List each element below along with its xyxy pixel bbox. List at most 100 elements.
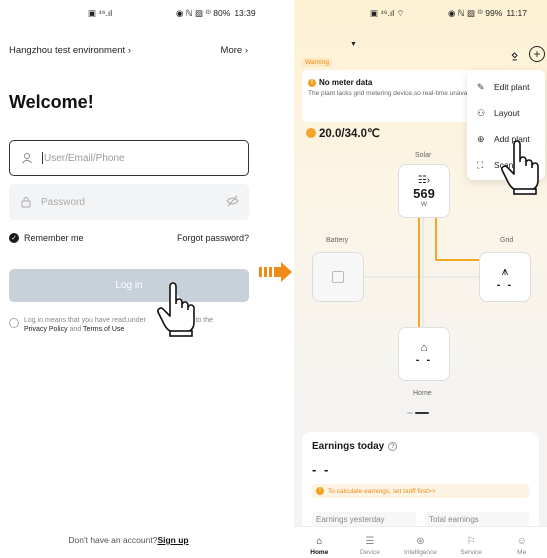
warning-icon: ! <box>308 78 316 87</box>
intelligence-icon: ⊛ <box>416 536 425 547</box>
terms-of-use-link[interactable]: Terms of Use <box>83 326 124 333</box>
eye-off-icon[interactable] <box>226 195 239 210</box>
total-earnings-label: Total earnings <box>425 512 529 527</box>
environment-label: Hangzhou test environment <box>9 45 126 56</box>
tariff-tip-text: To calculate earnings, set tariff first>… <box>328 487 436 495</box>
tab-device[interactable]: ☰ Device <box>347 536 393 556</box>
tab-service[interactable]: ⚐ Service <box>448 536 494 556</box>
tab-label: Intelligence <box>404 549 437 556</box>
scan-icon: ⛶ <box>477 159 484 170</box>
solar-label: Solar <box>415 152 432 159</box>
signup-prompt: Don't have an account?Sign up <box>0 535 257 545</box>
earnings-title: Earnings today <box>312 441 385 452</box>
tab-label: Service <box>460 549 482 556</box>
password-input[interactable]: Password <box>9 184 249 220</box>
status-bar-right: ◉ ℕ ▨ ⁽ᴵ⁾ 99% 11:17 <box>448 6 527 20</box>
plant-home-screen: ▣ ⁴⁶.ıl ⌔ ◉ ℕ ▨ ⁽ᴵ⁾ 99% 11:17 ▼ Warning … <box>294 0 547 558</box>
terms-pre-text: Log in means that you have read,under <box>24 317 146 324</box>
flow-line-vertical <box>422 200 424 340</box>
status-icons: ▣ ⁴⁶.ıl ⌔ <box>370 7 405 18</box>
grid-label: Grid <box>500 237 514 244</box>
solar-panel-icon: ☷› <box>417 174 431 186</box>
edit-icon: ✎ <box>477 81 485 92</box>
forgot-password-link[interactable]: Forgot password? <box>177 233 249 243</box>
no-account-text: Don't have an account? <box>68 535 158 545</box>
menu-item-edit-plant[interactable]: ✎ Edit plant <box>467 74 545 100</box>
page-title: Welcome! <box>9 92 94 112</box>
menu-label: Layout <box>494 108 520 118</box>
layout-icon: ⚇ <box>477 107 486 118</box>
more-button[interactable]: More › <box>221 45 248 56</box>
home-label: Home <box>413 390 432 397</box>
terms-and-text: and <box>69 326 82 333</box>
menu-label: Edit plant <box>494 82 530 92</box>
earnings-yesterday-label: Earnings yesterday <box>312 512 416 527</box>
home-value: - - <box>415 354 433 366</box>
tab-intelligence[interactable]: ⊛ Intelligence <box>397 536 443 556</box>
login-button[interactable]: Log in <box>9 269 249 302</box>
tab-me[interactable]: ☺ Me <box>499 536 545 556</box>
profile-icon: ☺ <box>516 536 527 547</box>
tab-label: Me <box>517 549 527 556</box>
earnings-summary: Earnings yesterday Total earnings <box>312 512 529 527</box>
terms-agreement: Log in means that you have read,under ag… <box>9 316 249 334</box>
agree-radio[interactable] <box>9 318 19 328</box>
login-screen: ▣ ⁴⁶.ıl ◉ ℕ ▨ ⁽ᴵ⁾ 80% 13:39 Hangzhou tes… <box>0 0 257 558</box>
pointer-hand-icon <box>501 140 539 195</box>
home-node[interactable]: ⌂ - - <box>398 327 450 381</box>
warning-badge: Warning <box>302 58 332 67</box>
transition-arrow-icon <box>259 262 292 282</box>
solar-to-home-flow <box>418 218 420 328</box>
home-icon: ⌂ <box>420 342 428 354</box>
page-indicator <box>407 412 429 414</box>
menu-item-layout[interactable]: ⚇ Layout <box>467 100 545 126</box>
privacy-policy-link[interactable]: Privacy Policy <box>24 326 68 333</box>
status-indicators: ◉ ℕ ▨ ⁽ᴵ⁾ 99% <box>448 7 503 18</box>
solar-value: 569 <box>413 185 435 201</box>
check-icon: ✓ <box>9 233 19 243</box>
weather-readout: 20.0/34.0℃ <box>306 126 380 140</box>
plant-dropdown-icon[interactable]: ▼ <box>350 41 357 48</box>
sun-icon <box>306 128 316 138</box>
add-plant-icon: ⊕ <box>477 133 485 144</box>
remember-label: Remember me <box>24 233 84 243</box>
plant-notification-icon[interactable]: ⍚ <box>511 46 519 62</box>
status-time: 11:17 <box>506 8 527 18</box>
status-bar-right: ◉ ℕ ▨ ⁽ᴵ⁾ 80% 13:39 <box>176 6 256 20</box>
home-icon: ⌂ <box>316 536 323 547</box>
sign-up-link[interactable]: Sign up <box>157 535 188 545</box>
tab-home[interactable]: ⌂ Home <box>296 536 342 556</box>
password-placeholder: Password <box>41 196 85 208</box>
help-icon[interactable]: ? <box>388 442 398 451</box>
grid-tower-icon: ⩚ <box>501 263 509 278</box>
username-input[interactable]: User/Email/Phone <box>9 140 249 176</box>
warning-icon: ! <box>316 487 324 495</box>
grid-node[interactable]: ⩚ - - <box>479 252 531 302</box>
add-icon[interactable]: + <box>529 46 545 62</box>
earnings-value: - - <box>312 462 331 477</box>
solar-unit: W <box>420 200 428 208</box>
user-icon <box>20 151 34 165</box>
bottom-tab-bar: ⌂ Home ☰ Device ⊛ Intelligence ⚐ Service ☺ Me <box>294 526 547 558</box>
status-indicators: ◉ ℕ ▨ ⁽ᴵ⁾ 80% <box>176 7 231 18</box>
solar-node[interactable]: ☷› 569 W <box>398 164 450 218</box>
battery-node[interactable] <box>312 252 364 302</box>
more-label: More <box>220 45 243 56</box>
header: Hangzhou test environment › More › <box>9 45 248 56</box>
comparison-screenshot: ▣ ⁴⁶.ıl ◉ ℕ ▨ ⁽ᴵ⁾ 80% 13:39 Hangzhou tes… <box>0 0 547 558</box>
page-dot <box>407 412 413 414</box>
environment-selector[interactable]: Hangzhou test environment › <box>9 45 131 56</box>
service-icon: ⚐ <box>466 536 476 547</box>
page-dot-active <box>415 412 429 414</box>
tab-label: Device <box>359 549 380 556</box>
tariff-tip[interactable]: ! To calculate earnings, set tariff first… <box>312 484 529 498</box>
header-actions: ⍚ + <box>511 46 545 62</box>
battery-icon <box>332 271 344 283</box>
meter-title: No meter data <box>319 78 373 87</box>
tab-label: Home <box>310 549 329 556</box>
battery-label: Battery <box>326 237 349 244</box>
username-placeholder: User/Email/Phone <box>44 152 125 164</box>
pointer-hand-icon <box>157 282 195 337</box>
temperature-range: 20.0/34.0℃ <box>319 128 380 140</box>
remember-me-toggle[interactable]: ✓ Remember me <box>9 233 84 243</box>
